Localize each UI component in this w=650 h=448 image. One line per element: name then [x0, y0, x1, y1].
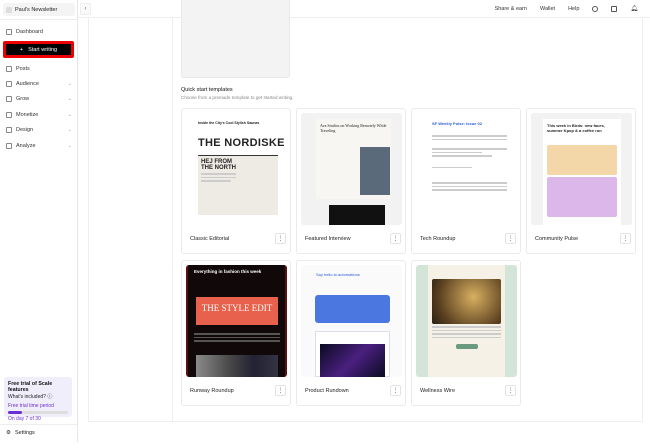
- sidebar-item-analyze[interactable]: Analyze ⌄: [6, 140, 72, 152]
- help-link[interactable]: Help: [568, 6, 579, 12]
- start-writing-button[interactable]: + Start writing: [3, 41, 74, 58]
- sidebar-item-posts[interactable]: Posts: [6, 63, 72, 75]
- trial-banner[interactable]: Free trial of Scale features What's incl…: [4, 377, 72, 422]
- globe-icon[interactable]: [592, 5, 599, 12]
- trial-title: Free trial of Scale features: [8, 381, 53, 393]
- divider: [0, 19, 78, 20]
- label: Start writing: [28, 46, 58, 53]
- sidebar-item-grow[interactable]: Grow ⌄: [6, 93, 72, 105]
- thumb-masthead: THE STYLE EDIT: [196, 297, 278, 325]
- sidebar-item-design[interactable]: Design ⌄: [6, 124, 72, 136]
- template-name: Community Pulse: [535, 236, 579, 242]
- template-thumbnail: Everything in fashion this week THE STYL…: [186, 265, 287, 377]
- section-subtitle: Choose from a premade template to get st…: [181, 95, 294, 100]
- bell-icon[interactable]: 🔔︎: [630, 5, 638, 12]
- share-earn-link[interactable]: Share & earn: [495, 6, 527, 12]
- portrait-image: [360, 147, 390, 195]
- chevron-down-icon: ⌄: [67, 81, 72, 87]
- preview-placeholder: [181, 0, 290, 78]
- label: Audience: [16, 81, 39, 87]
- dashboard-icon: [6, 29, 12, 35]
- label: Monetize: [16, 112, 39, 118]
- label: Dashboard: [16, 29, 43, 35]
- template-thumbnail: Say hello to automations: [301, 265, 402, 377]
- divider: [0, 424, 78, 425]
- collapse-sidebar-button[interactable]: ‹: [80, 3, 91, 15]
- top-bar: ‹ Share & earn Wallet Help 🔔︎: [78, 0, 650, 18]
- gear-icon: ⚙: [6, 430, 11, 436]
- template-thumbnail: Inside the City's Cool Stylish Saunas TH…: [186, 113, 287, 225]
- thumb-text: This week in Birds: new faces, summer Kp…: [547, 123, 605, 133]
- palette-icon: [6, 127, 12, 133]
- template-name: Featured Interview: [305, 236, 351, 242]
- label: Posts: [16, 66, 30, 72]
- whats-included-link[interactable]: What's included?: [8, 394, 46, 400]
- template-thumbnail: [416, 265, 517, 377]
- money-icon: [6, 112, 12, 118]
- blue-block: [315, 295, 390, 323]
- trial-status: On day 7 of 30: [8, 416, 41, 422]
- template-name: Wellness Wire: [420, 388, 456, 394]
- template-name: Classic Editorial: [190, 236, 230, 242]
- template-card-classic-editorial[interactable]: Inside the City's Cool Stylish Saunas TH…: [181, 108, 291, 254]
- label: Design: [16, 127, 34, 133]
- label: Settings: [14, 430, 35, 436]
- more-options-button[interactable]: ⋮: [275, 385, 286, 396]
- template-name: Tech Roundup: [420, 236, 456, 242]
- settings-link[interactable]: ⚙ Settings: [6, 430, 35, 436]
- chevron-down-icon: ⌄: [67, 127, 72, 133]
- wallet-link[interactable]: Wallet: [540, 6, 555, 12]
- more-options-button[interactable]: ⋮: [505, 233, 516, 244]
- publication-switcher[interactable]: Paul's Newsletter: [3, 3, 75, 16]
- chart-icon: [6, 143, 12, 149]
- template-thumbnail: This week in Birds: new faces, summer Kp…: [531, 113, 632, 225]
- sidebar-item-dashboard[interactable]: Dashboard: [6, 26, 72, 38]
- template-card-tech-roundup[interactable]: SF Weekly Pulse: Issue 02 Tech Roundup ⋮: [411, 108, 521, 254]
- thumb-text: SF Weekly Pulse: Issue 02: [432, 121, 482, 126]
- info-icon: ⓘ: [47, 394, 53, 400]
- more-options-button[interactable]: ⋮: [620, 233, 631, 244]
- file-icon: [6, 66, 12, 72]
- template-card-wellness-wire[interactable]: Wellness Wire ⋮: [411, 260, 521, 406]
- section-title: Quick start templates: [181, 87, 233, 93]
- photo: [196, 355, 278, 377]
- divider: [172, 18, 173, 422]
- template-card-community-pulse[interactable]: This week in Birds: new faces, summer Kp…: [526, 108, 636, 254]
- publication-name: Paul's Newsletter: [15, 6, 58, 13]
- template-card-featured-interview[interactable]: Ava Studios on Working Remotely While Tr…: [296, 108, 406, 254]
- calendar-icon[interactable]: [611, 5, 618, 12]
- users-icon: [6, 81, 12, 87]
- template-thumbnail: Ava Studios on Working Remotely While Tr…: [301, 113, 402, 225]
- trial-progress-bar: [8, 411, 68, 414]
- chevron-down-icon: ⌄: [67, 112, 72, 118]
- more-options-button[interactable]: ⋮: [390, 385, 401, 396]
- label: Grow: [16, 96, 30, 102]
- template-name: Runway Roundup: [190, 388, 234, 394]
- thumb-text: Inside the City's Cool Stylish Saunas: [198, 121, 260, 125]
- template-card-product-rundown[interactable]: Say hello to automations Product Rundown…: [296, 260, 406, 406]
- template-thumbnail: SF Weekly Pulse: Issue 02: [416, 113, 517, 225]
- thumb-masthead: THE NORDISKE: [198, 137, 285, 149]
- more-options-button[interactable]: ⋮: [390, 233, 401, 244]
- thumb-text: Say hello to automations: [316, 272, 360, 277]
- more-options-button[interactable]: ⋮: [275, 233, 286, 244]
- trend-icon: [6, 96, 12, 102]
- dark-block: [329, 205, 385, 225]
- plus-icon: +: [19, 46, 24, 53]
- more-options-button[interactable]: ⋮: [505, 385, 516, 396]
- chevron-down-icon: ⌄: [67, 143, 72, 149]
- thumb-headline: HEJ FROM THE NORTH: [201, 159, 236, 171]
- template-name: Product Rundown: [305, 388, 349, 394]
- label: Analyze: [16, 143, 36, 149]
- publication-icon: [6, 6, 12, 13]
- sidebar-item-monetize[interactable]: Monetize ⌄: [6, 109, 72, 121]
- trial-period-label: Free trial time period: [8, 403, 54, 409]
- sidebar-item-audience[interactable]: Audience ⌄: [6, 78, 72, 90]
- thumb-text: Everything in fashion this week: [194, 269, 262, 274]
- sidebar: Paul's Newsletter Dashboard + Start writi…: [0, 0, 78, 442]
- template-card-runway-roundup[interactable]: Everything in fashion this week THE STYL…: [181, 260, 291, 406]
- chevron-down-icon: ⌄: [67, 96, 72, 102]
